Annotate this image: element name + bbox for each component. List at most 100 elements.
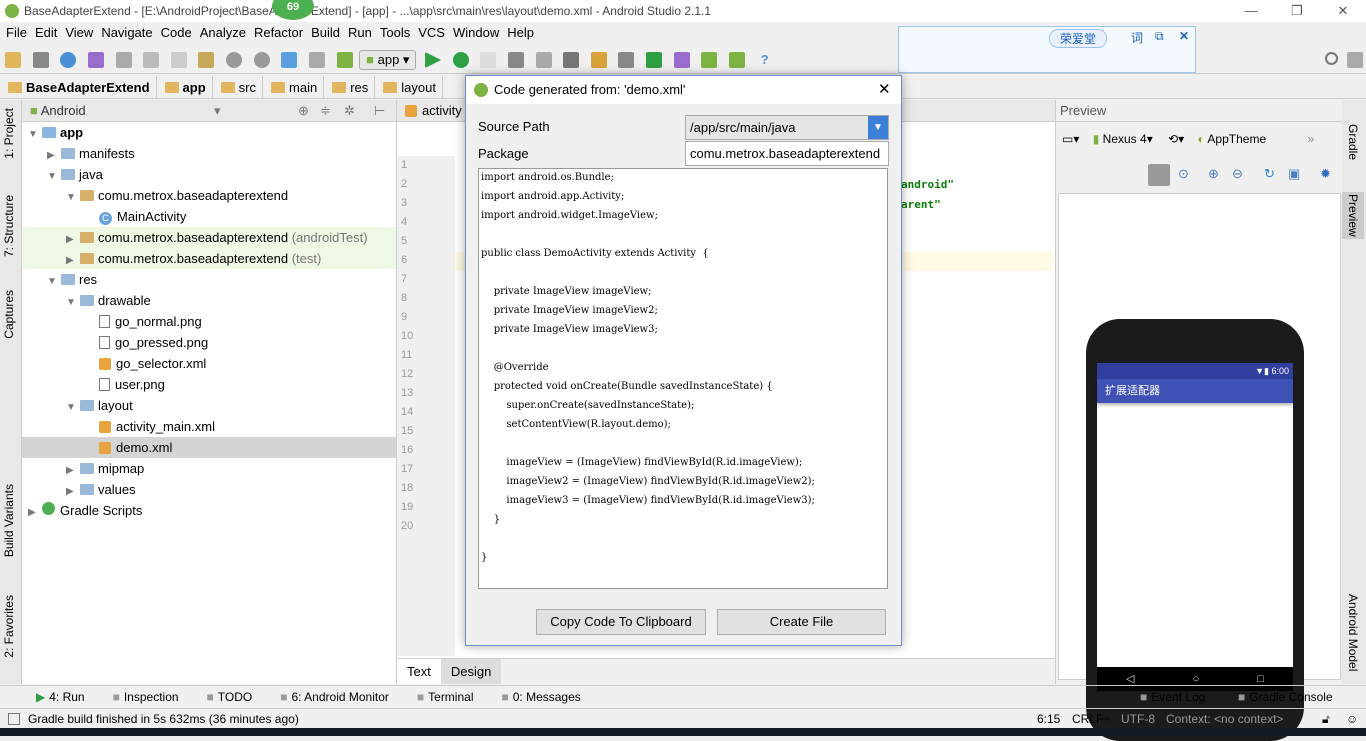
orientation-icon[interactable]: ⟲▾ [1168, 132, 1184, 146]
inspector-icon[interactable]: ☺ [1346, 709, 1358, 729]
tree-item[interactable]: ▶ manifests [22, 143, 396, 164]
open-folder-icon[interactable] [5, 52, 21, 68]
copy-code-button[interactable]: Copy Code To Clipboard [536, 609, 706, 635]
tree-item[interactable]: ▶ mipmap [22, 458, 396, 479]
tool-window-todo[interactable]: ■ TODO [199, 690, 253, 704]
tree-item[interactable]: activity_main.xml [22, 416, 396, 437]
tool-window-run[interactable]: ▶ 4: Run [28, 690, 85, 704]
tree-item[interactable]: ▶ values [22, 479, 396, 500]
expanded-arrow-icon[interactable]: ▼ [47, 166, 61, 187]
chevron-down-icon[interactable]: ▾ [214, 100, 221, 122]
zoom-actual-icon[interactable]: ⊙ [1178, 166, 1189, 182]
tab-2-favorites[interactable]: 2: Favorites [2, 595, 16, 658]
avd-manager-icon[interactable] [673, 52, 690, 68]
tree-item[interactable]: demo.xml [22, 437, 396, 458]
tree-item[interactable]: ▶ comu.metrox.baseadapterextend (androidT… [22, 227, 396, 248]
tab-build-variants[interactable]: Build Variants [2, 484, 16, 557]
save-icon[interactable] [32, 52, 49, 68]
tab-gradle[interactable]: Gradle [1346, 124, 1360, 160]
menu-edit[interactable]: Edit [35, 25, 57, 40]
tool-window-android-monitor[interactable]: ■ 6: Android Monitor [272, 690, 389, 704]
expanded-arrow-icon[interactable]: ▼ [66, 397, 80, 418]
tree-item[interactable]: ▼ app [22, 122, 396, 143]
ime-close-button[interactable]: ✕ [1179, 29, 1189, 43]
tool-window-inspection[interactable]: ■ Inspection [105, 690, 179, 704]
collapsed-arrow-icon[interactable]: ▶ [66, 481, 80, 502]
collapsed-arrow-icon[interactable]: ▶ [47, 145, 61, 166]
forward-icon[interactable] [308, 52, 325, 68]
paste-icon[interactable] [198, 52, 215, 68]
package-input[interactable]: comu.metrox.baseadapterextend [685, 141, 889, 166]
create-file-button[interactable]: Create File [717, 609, 886, 635]
device-config-icon[interactable]: ▭▾ [1062, 132, 1079, 146]
tool-window-terminal[interactable]: ■ Terminal [409, 690, 474, 704]
source-path-select[interactable]: /app/src/main/java ▼ [685, 115, 889, 140]
project-view-select[interactable]: Android [41, 103, 86, 118]
tree-item[interactable]: C MainActivity [22, 206, 396, 227]
rerun-icon[interactable] [535, 52, 552, 68]
status-panel-icon[interactable] [8, 713, 20, 725]
device-icon[interactable] [507, 52, 524, 68]
run-icon[interactable] [425, 52, 442, 68]
build-icon[interactable] [336, 52, 353, 68]
undo-icon[interactable] [87, 52, 104, 68]
caret-position[interactable]: 6:15 [1037, 709, 1060, 729]
sync-gradle-icon[interactable] [646, 52, 663, 68]
chevron-down-icon[interactable]: ▼ [868, 116, 888, 139]
tree-item[interactable]: go_pressed.png [22, 332, 396, 353]
hide-panel-icon[interactable]: ⊢ [374, 100, 385, 122]
expanded-arrow-icon[interactable]: ▼ [66, 292, 80, 313]
zoom-in-icon[interactable]: ⊕ [1208, 166, 1219, 182]
tree-item[interactable]: ▼ layout [22, 395, 396, 416]
screenshot-icon[interactable]: ▣ [1288, 166, 1300, 182]
tree-item[interactable]: ▶ comu.metrox.baseadapterextend (test) [22, 248, 396, 269]
breadcrumb-src[interactable]: src [213, 76, 264, 99]
encoding[interactable]: UTF-8 [1121, 709, 1155, 729]
project-structure-icon[interactable] [590, 52, 607, 68]
tree-item[interactable]: ▶ Gradle Scripts [22, 500, 396, 521]
expanded-arrow-icon[interactable]: ▼ [66, 187, 80, 208]
tab-android-model[interactable]: Android Model [1346, 594, 1360, 671]
expanded-arrow-icon[interactable]: ▼ [47, 271, 61, 292]
menu-file[interactable]: File [6, 25, 27, 40]
tool-window-gradle-console[interactable]: ■ Gradle Console [1238, 686, 1333, 709]
menu-run[interactable]: Run [348, 25, 372, 40]
editor-tab-activity[interactable]: activity [422, 103, 462, 118]
gear-icon[interactable]: ✲ [344, 100, 355, 122]
find-icon[interactable] [226, 52, 242, 68]
help-icon[interactable]: ? [757, 52, 773, 68]
tab-text[interactable]: Text [397, 659, 441, 684]
tab-1-project[interactable]: 1: Project [2, 108, 16, 159]
tree-item[interactable]: ▼ java [22, 164, 396, 185]
debug-icon[interactable] [452, 52, 469, 68]
sdk-icon[interactable] [701, 52, 718, 68]
tree-item[interactable]: ▼ comu.metrox.baseadapterextend [22, 185, 396, 206]
menu-analyze[interactable]: Analyze [200, 25, 246, 40]
minimize-button[interactable]: — [1228, 0, 1274, 22]
replace-icon[interactable] [253, 52, 270, 68]
expanded-arrow-icon[interactable]: ▼ [28, 124, 42, 145]
ime-word-button[interactable]: 词 [1131, 29, 1143, 46]
sync-icon[interactable] [60, 52, 77, 68]
cut-icon[interactable] [143, 52, 160, 68]
menu-window[interactable]: Window [453, 25, 499, 40]
maximize-button[interactable]: ❐ [1274, 0, 1320, 22]
collapsed-arrow-icon[interactable]: ▶ [66, 460, 80, 481]
device-select[interactable]: ▮ Nexus 4▾ [1093, 132, 1153, 146]
zoom-fit-button[interactable] [1148, 164, 1170, 186]
line-separator[interactable]: CRLF÷ [1072, 709, 1110, 729]
breadcrumb-layout[interactable]: layout [375, 76, 443, 99]
redo-icon[interactable] [115, 52, 132, 68]
stop-icon[interactable] [563, 52, 580, 68]
breadcrumb-main[interactable]: main [263, 76, 325, 99]
tab-7-structure[interactable]: 7: Structure [2, 195, 16, 257]
tree-item[interactable]: ▼ res [22, 269, 396, 290]
theme-select[interactable]: ◐ AppTheme [1198, 132, 1267, 146]
menu-navigate[interactable]: Navigate [101, 25, 152, 40]
tab-captures[interactable]: Captures [2, 290, 16, 339]
menu-view[interactable]: View [65, 25, 93, 40]
context[interactable]: Context: <no context> [1166, 709, 1283, 729]
tool-window-messages[interactable]: ■ 0: Messages [494, 690, 581, 704]
more-icon[interactable]: » [1307, 132, 1314, 146]
menu-refactor[interactable]: Refactor [254, 25, 303, 40]
